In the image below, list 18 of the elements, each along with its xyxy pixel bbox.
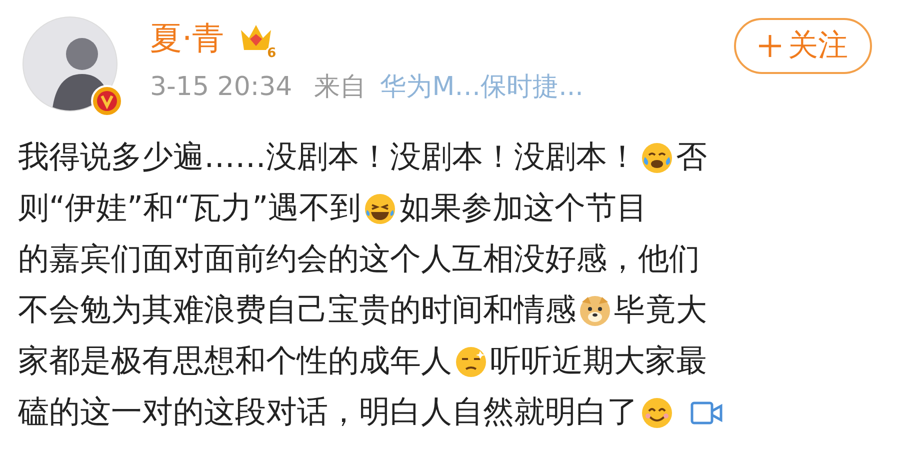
post-text: 则“伊娃”和“瓦力”遇不到 bbox=[18, 189, 362, 228]
source-link[interactable]: 华为M…保时捷... bbox=[380, 74, 584, 100]
author-name[interactable]: 夏·青 bbox=[150, 22, 224, 54]
post-time: 3-15 20:34 bbox=[150, 74, 292, 100]
post-text: 磕的这一对的这段对话，明白人自然就明白了 bbox=[18, 393, 638, 432]
follow-button[interactable]: 关注 bbox=[734, 18, 872, 74]
post-text: 我得说多少遍……没剧本！没剧本！没剧本！ bbox=[18, 138, 638, 177]
post-text: 不会勉为其难浪费自己宝贵的时间和情感 bbox=[18, 291, 576, 330]
post-text: 否 bbox=[676, 138, 707, 177]
level-number: 6 bbox=[265, 47, 278, 60]
source-label: 来自 bbox=[314, 74, 366, 100]
video-camera-icon[interactable] bbox=[690, 400, 724, 426]
post-text: 的嘉宾们面对面前约会的这个人互相没好感，他们 bbox=[18, 240, 700, 279]
plus-icon bbox=[758, 34, 782, 58]
post-text: 听听近期大家最 bbox=[490, 342, 707, 381]
post-text: 毕竟大 bbox=[614, 291, 707, 330]
post-text: 如果参加这个节目 bbox=[399, 189, 648, 228]
post-text: 家都是极有思想和个性的成年人 bbox=[18, 342, 452, 381]
